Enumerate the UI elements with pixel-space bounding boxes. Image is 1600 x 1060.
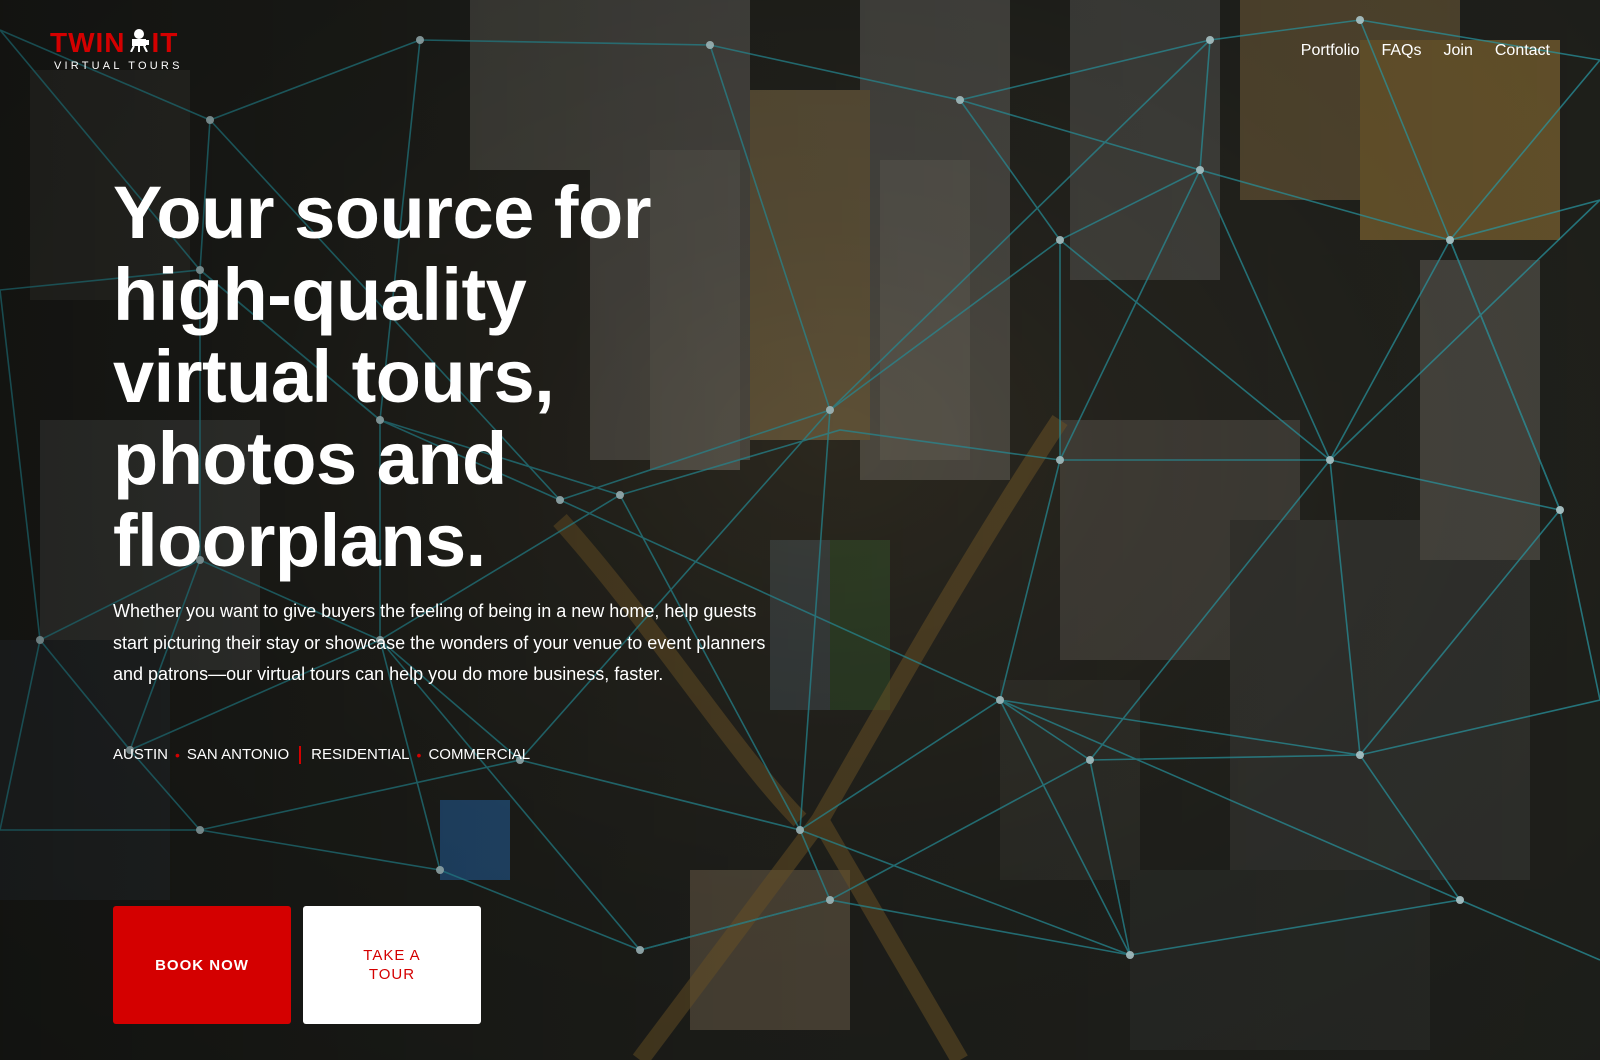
nav-link-faqs[interactable]: FAQs xyxy=(1381,40,1421,62)
tag-group-divider xyxy=(299,745,302,764)
tag-separator-dot: • xyxy=(416,746,422,763)
nav-link-portfolio[interactable]: Portfolio xyxy=(1301,40,1360,62)
brand-tagline: VIRTUAL TOURS xyxy=(54,60,183,72)
nav-link-contact[interactable]: Contact xyxy=(1495,40,1550,62)
tag-category-residential: RESIDENTIAL xyxy=(311,745,410,763)
tag-separator-dot: • xyxy=(175,746,180,763)
tag-location-austin: AUSTIN xyxy=(113,745,169,763)
brand-name-left: TWIN xyxy=(50,27,126,58)
nav-link-join[interactable]: Join xyxy=(1444,40,1473,62)
main-nav: Portfolio FAQs Join Contact xyxy=(1301,40,1550,62)
hero-section: TWIN IT VIRTUAL TOURS Portfolio FAQs Joi… xyxy=(0,0,1600,1060)
camera-icon xyxy=(128,28,150,58)
tag-category-commercial: COMMERCIAL xyxy=(428,745,531,763)
hero-headline: Your source for high-quality virtual tou… xyxy=(113,171,652,582)
hero-lead: Whether you want to give buyers the feel… xyxy=(113,601,766,684)
brand-name-right: IT xyxy=(151,27,179,58)
brand-wordmark: TWIN IT xyxy=(50,28,200,58)
hero-content: Your source for high-quality virtual tou… xyxy=(113,172,833,765)
brand-logo[interactable]: TWIN IT VIRTUAL TOURS xyxy=(50,28,200,73)
tag-location-san-antonio: SAN ANTONIO xyxy=(186,745,290,763)
service-tags: AUSTIN • SAN ANTONIO RESIDENTIAL • COMME… xyxy=(113,745,833,765)
hero-buttons: BOOK NOW TAKE A TOUR xyxy=(113,906,481,1024)
take-a-tour-button[interactable]: TAKE A TOUR xyxy=(303,906,481,1024)
book-now-button[interactable]: BOOK NOW xyxy=(113,906,291,1024)
